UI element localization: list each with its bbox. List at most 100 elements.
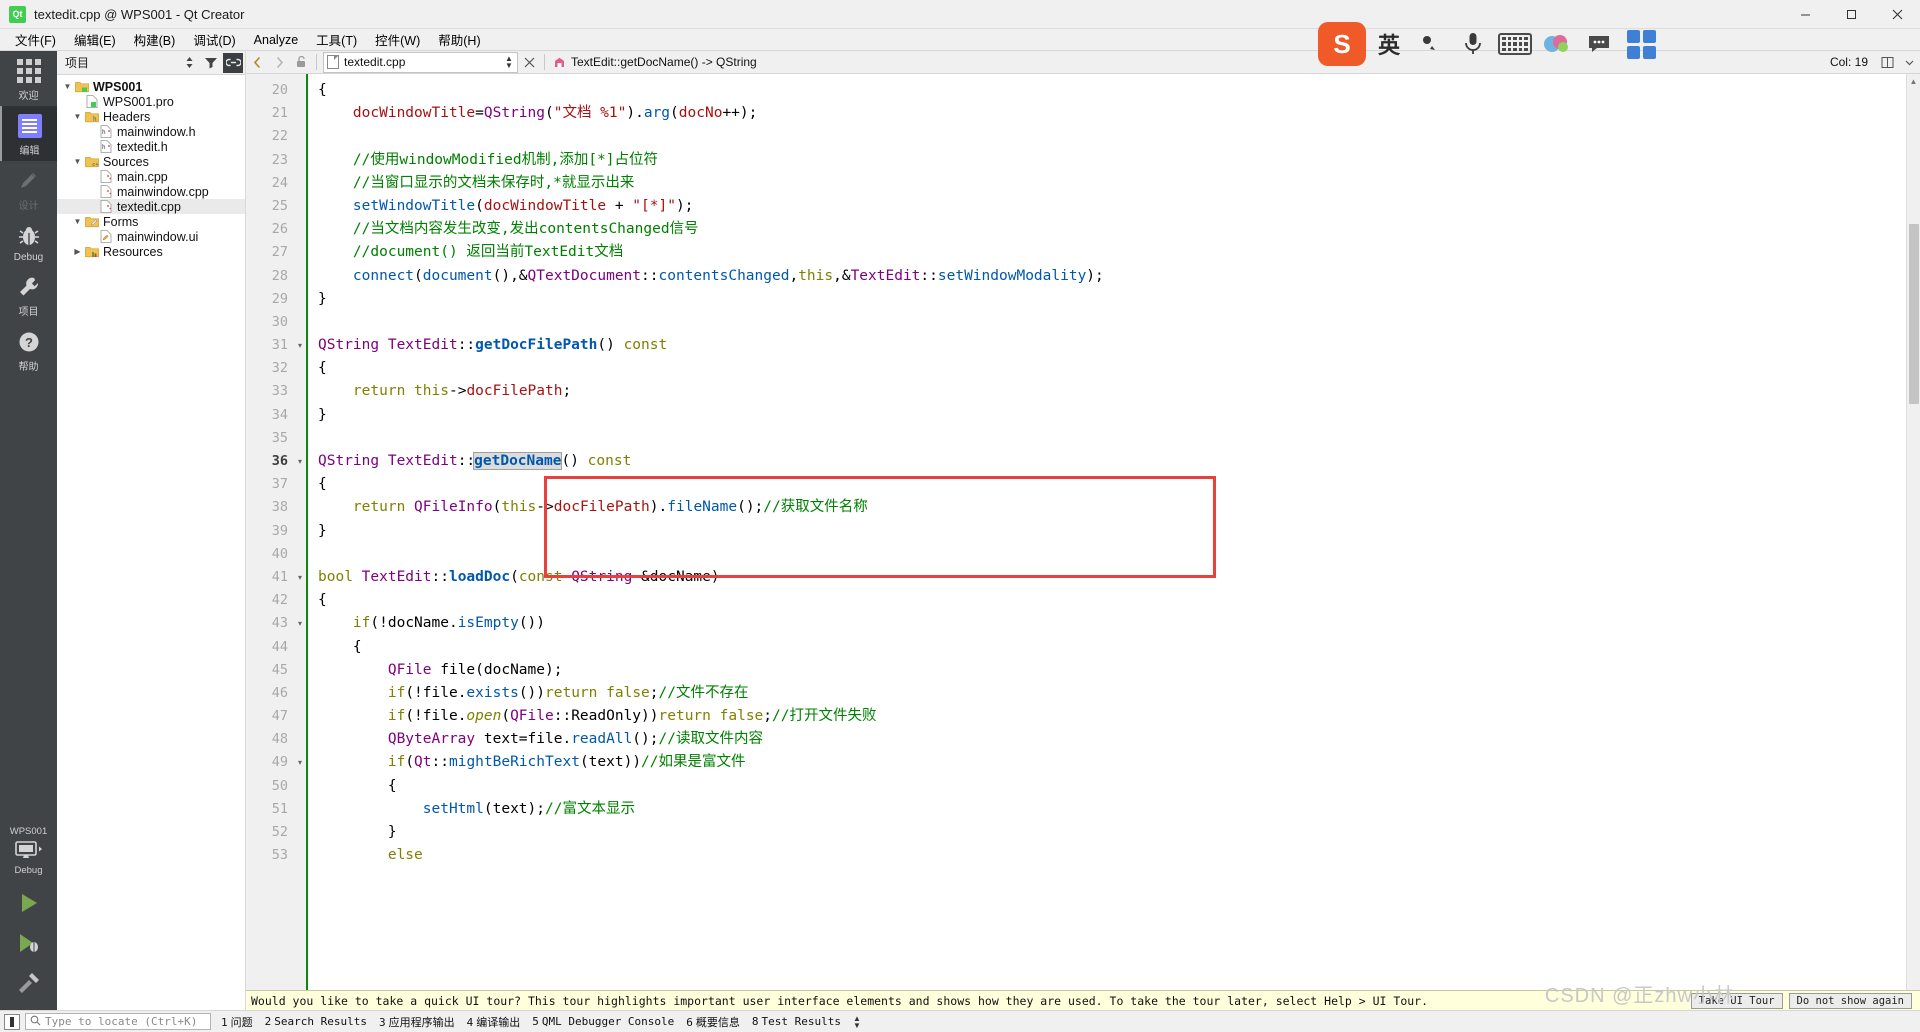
code-line[interactable] bbox=[318, 543, 1906, 566]
mic-icon[interactable] bbox=[1454, 24, 1492, 64]
app-grid-icon[interactable] bbox=[1622, 24, 1660, 64]
output-pane-app-output[interactable]: 3 应用程序输出 bbox=[379, 1014, 455, 1030]
mode-projects[interactable]: 项目 bbox=[0, 267, 57, 322]
mode-welcome[interactable]: 欢迎 bbox=[0, 51, 57, 106]
fold-toggle-icon[interactable]: ▾ bbox=[294, 612, 306, 635]
tree-item-mainwindow-ui[interactable]: ▶ mainwindow.ui bbox=[57, 229, 245, 244]
code-line[interactable]: } bbox=[318, 404, 1906, 427]
code-line[interactable]: } bbox=[318, 520, 1906, 543]
run-button[interactable] bbox=[12, 886, 46, 920]
code-line[interactable]: //当文档内容发生改变,发出contentsChanged信号 bbox=[318, 218, 1906, 241]
open-file-combo[interactable]: textedit.cpp ▲ ▼ bbox=[323, 51, 518, 73]
code-line[interactable]: { bbox=[318, 775, 1906, 798]
output-pane-compile-output[interactable]: 4 编译输出 bbox=[467, 1014, 521, 1030]
fold-indicator-bar[interactable]: ▾ ▾ ▾ ▾ ▾ bbox=[294, 74, 308, 990]
code-line[interactable]: QByteArray text=file.readAll();//读取文件内容 bbox=[318, 728, 1906, 751]
start-debugging-button[interactable] bbox=[12, 926, 46, 960]
soft-keyboard-icon[interactable] bbox=[1496, 24, 1534, 64]
tree-item-sources[interactable]: ▼ c+ Sources bbox=[57, 154, 245, 169]
do-not-show-again-button[interactable]: Do not show again bbox=[1788, 992, 1912, 1009]
fold-toggle-icon[interactable]: ▾ bbox=[294, 751, 306, 774]
chevron-down-icon[interactable]: ▼ bbox=[71, 217, 84, 226]
target-selector-icon[interactable] bbox=[14, 839, 44, 863]
code-line[interactable] bbox=[318, 427, 1906, 450]
code-line[interactable]: //document() 返回当前TextEdit文档 bbox=[318, 241, 1906, 264]
menu-debug[interactable]: 调试(D) bbox=[184, 28, 244, 51]
chevron-down-icon[interactable]: ▼ bbox=[71, 157, 84, 166]
close-button[interactable] bbox=[1874, 0, 1920, 29]
tree-item-resources[interactable]: ▶ Resources bbox=[57, 244, 245, 259]
tree-item-main-cpp[interactable]: ▶ main.cpp bbox=[57, 169, 245, 184]
scroll-up-arrow-icon[interactable]: ▲ bbox=[1907, 74, 1920, 88]
fold-toggle-icon[interactable]: ▾ bbox=[294, 450, 306, 473]
chevron-right-icon[interactable]: ▶ bbox=[71, 247, 84, 256]
code-line[interactable]: return QFileInfo(this->docFilePath).file… bbox=[318, 496, 1906, 519]
tree-item-textedit-h[interactable]: ▶ h textedit.h bbox=[57, 139, 245, 154]
close-file-button[interactable] bbox=[518, 51, 540, 73]
minimize-button[interactable] bbox=[1782, 0, 1828, 29]
code-line[interactable]: { bbox=[318, 636, 1906, 659]
code-line[interactable]: QString TextEdit::getDocName() const bbox=[318, 450, 1906, 473]
code-line[interactable]: if(!docName.isEmpty()) bbox=[318, 612, 1906, 635]
code-line[interactable]: else bbox=[318, 844, 1906, 867]
menu-help[interactable]: 帮助(H) bbox=[429, 28, 489, 51]
code-line[interactable] bbox=[318, 125, 1906, 148]
fold-toggle-icon[interactable]: ▾ bbox=[294, 334, 306, 357]
tree-item-mainwindow-h[interactable]: ▶ h mainwindow.h bbox=[57, 124, 245, 139]
emoji-icon[interactable] bbox=[1580, 24, 1618, 64]
editor-vertical-scrollbar[interactable]: ▲ bbox=[1906, 74, 1920, 990]
code-line[interactable]: { bbox=[318, 589, 1906, 612]
code-line[interactable]: QString TextEdit::getDocFilePath() const bbox=[318, 334, 1906, 357]
menu-build[interactable]: 构建(B) bbox=[125, 28, 185, 51]
voice-input-icon[interactable] bbox=[1412, 24, 1450, 64]
build-button[interactable] bbox=[12, 966, 46, 1000]
code-line[interactable]: { bbox=[318, 473, 1906, 496]
output-pane-qml-debugger[interactable]: 5 QML Debugger Console bbox=[532, 1015, 674, 1028]
color-palette-icon[interactable] bbox=[1538, 24, 1576, 64]
code-line[interactable]: //使用windowModified机制,添加[*]占位符 bbox=[318, 149, 1906, 172]
output-pane-test-results[interactable]: 8 Test Results bbox=[752, 1015, 841, 1028]
source-code[interactable]: { docWindowTitle=QString("文档 %1").arg(do… bbox=[308, 74, 1906, 990]
scrollbar-thumb[interactable] bbox=[1909, 224, 1919, 404]
tree-item-wps001-pro[interactable]: ▶ WPS001.pro bbox=[57, 94, 245, 109]
mode-debug[interactable]: Debug bbox=[0, 216, 57, 267]
code-line[interactable]: } bbox=[318, 821, 1906, 844]
menu-edit[interactable]: 编辑(E) bbox=[65, 28, 125, 51]
code-line[interactable]: //当窗口显示的文档未保存时,*就显示出来 bbox=[318, 172, 1906, 195]
ime-mode-button[interactable]: 英 bbox=[1370, 24, 1408, 64]
output-pane-updown-icon[interactable]: ▲ ▼ bbox=[853, 1014, 861, 1029]
chevron-down-icon[interactable]: ▼ bbox=[71, 112, 84, 121]
code-line[interactable]: bool TextEdit::loadDoc(const QString &do… bbox=[318, 566, 1906, 589]
code-line[interactable]: { bbox=[318, 357, 1906, 380]
toggle-sidebar-icon[interactable] bbox=[4, 1013, 20, 1030]
split-menu-icon[interactable] bbox=[1898, 51, 1920, 73]
code-line[interactable]: if(!file.exists())return false;//文件不存在 bbox=[318, 682, 1906, 705]
mode-design[interactable]: 设计 bbox=[0, 161, 57, 216]
menu-analyze[interactable]: Analyze bbox=[245, 31, 307, 49]
code-line[interactable]: connect(document(),&QTextDocument::conte… bbox=[318, 265, 1906, 288]
menu-tools[interactable]: 工具(T) bbox=[307, 28, 366, 51]
code-line[interactable]: setHtml(text);//富文本显示 bbox=[318, 798, 1906, 821]
code-line[interactable]: if(!file.open(QFile::ReadOnly))return fa… bbox=[318, 705, 1906, 728]
sogou-ime-logo-icon[interactable]: S bbox=[1318, 22, 1366, 66]
menu-window[interactable]: 控件(W) bbox=[366, 28, 429, 51]
split-editor-icon[interactable] bbox=[1876, 51, 1898, 73]
output-pane-general-messages[interactable]: 6 概要信息 bbox=[686, 1014, 740, 1030]
menu-file[interactable]: 文件(F) bbox=[6, 28, 65, 51]
code-line[interactable]: } bbox=[318, 288, 1906, 311]
sort-arrows-icon[interactable] bbox=[179, 53, 199, 73]
unlocked-icon[interactable] bbox=[290, 51, 312, 73]
tree-item-headers[interactable]: ▼ h Headers bbox=[57, 109, 245, 124]
code-line[interactable]: QFile file(docName); bbox=[318, 659, 1906, 682]
tree-item-mainwindow-cpp[interactable]: ▶ mainwindow.cpp bbox=[57, 184, 245, 199]
forward-arrow-icon[interactable] bbox=[268, 51, 290, 73]
code-line[interactable]: { bbox=[318, 79, 1906, 102]
chevron-down-icon[interactable]: ▼ bbox=[61, 82, 74, 91]
code-editor-area[interactable]: 20 21 22 23 24 25 26 27 28 29 30 31 32 33 34 35 36 37 38 39… bbox=[246, 74, 1920, 990]
code-line[interactable]: if(Qt::mightBeRichText(text))//如果是富文件 bbox=[318, 751, 1906, 774]
mode-edit[interactable]: 编辑 bbox=[0, 106, 57, 161]
code-line[interactable] bbox=[318, 311, 1906, 334]
output-pane-search-results[interactable]: 2 Search Results bbox=[265, 1015, 367, 1028]
maximize-button[interactable] bbox=[1828, 0, 1874, 29]
mode-help[interactable]: ? 帮助 bbox=[0, 322, 57, 377]
